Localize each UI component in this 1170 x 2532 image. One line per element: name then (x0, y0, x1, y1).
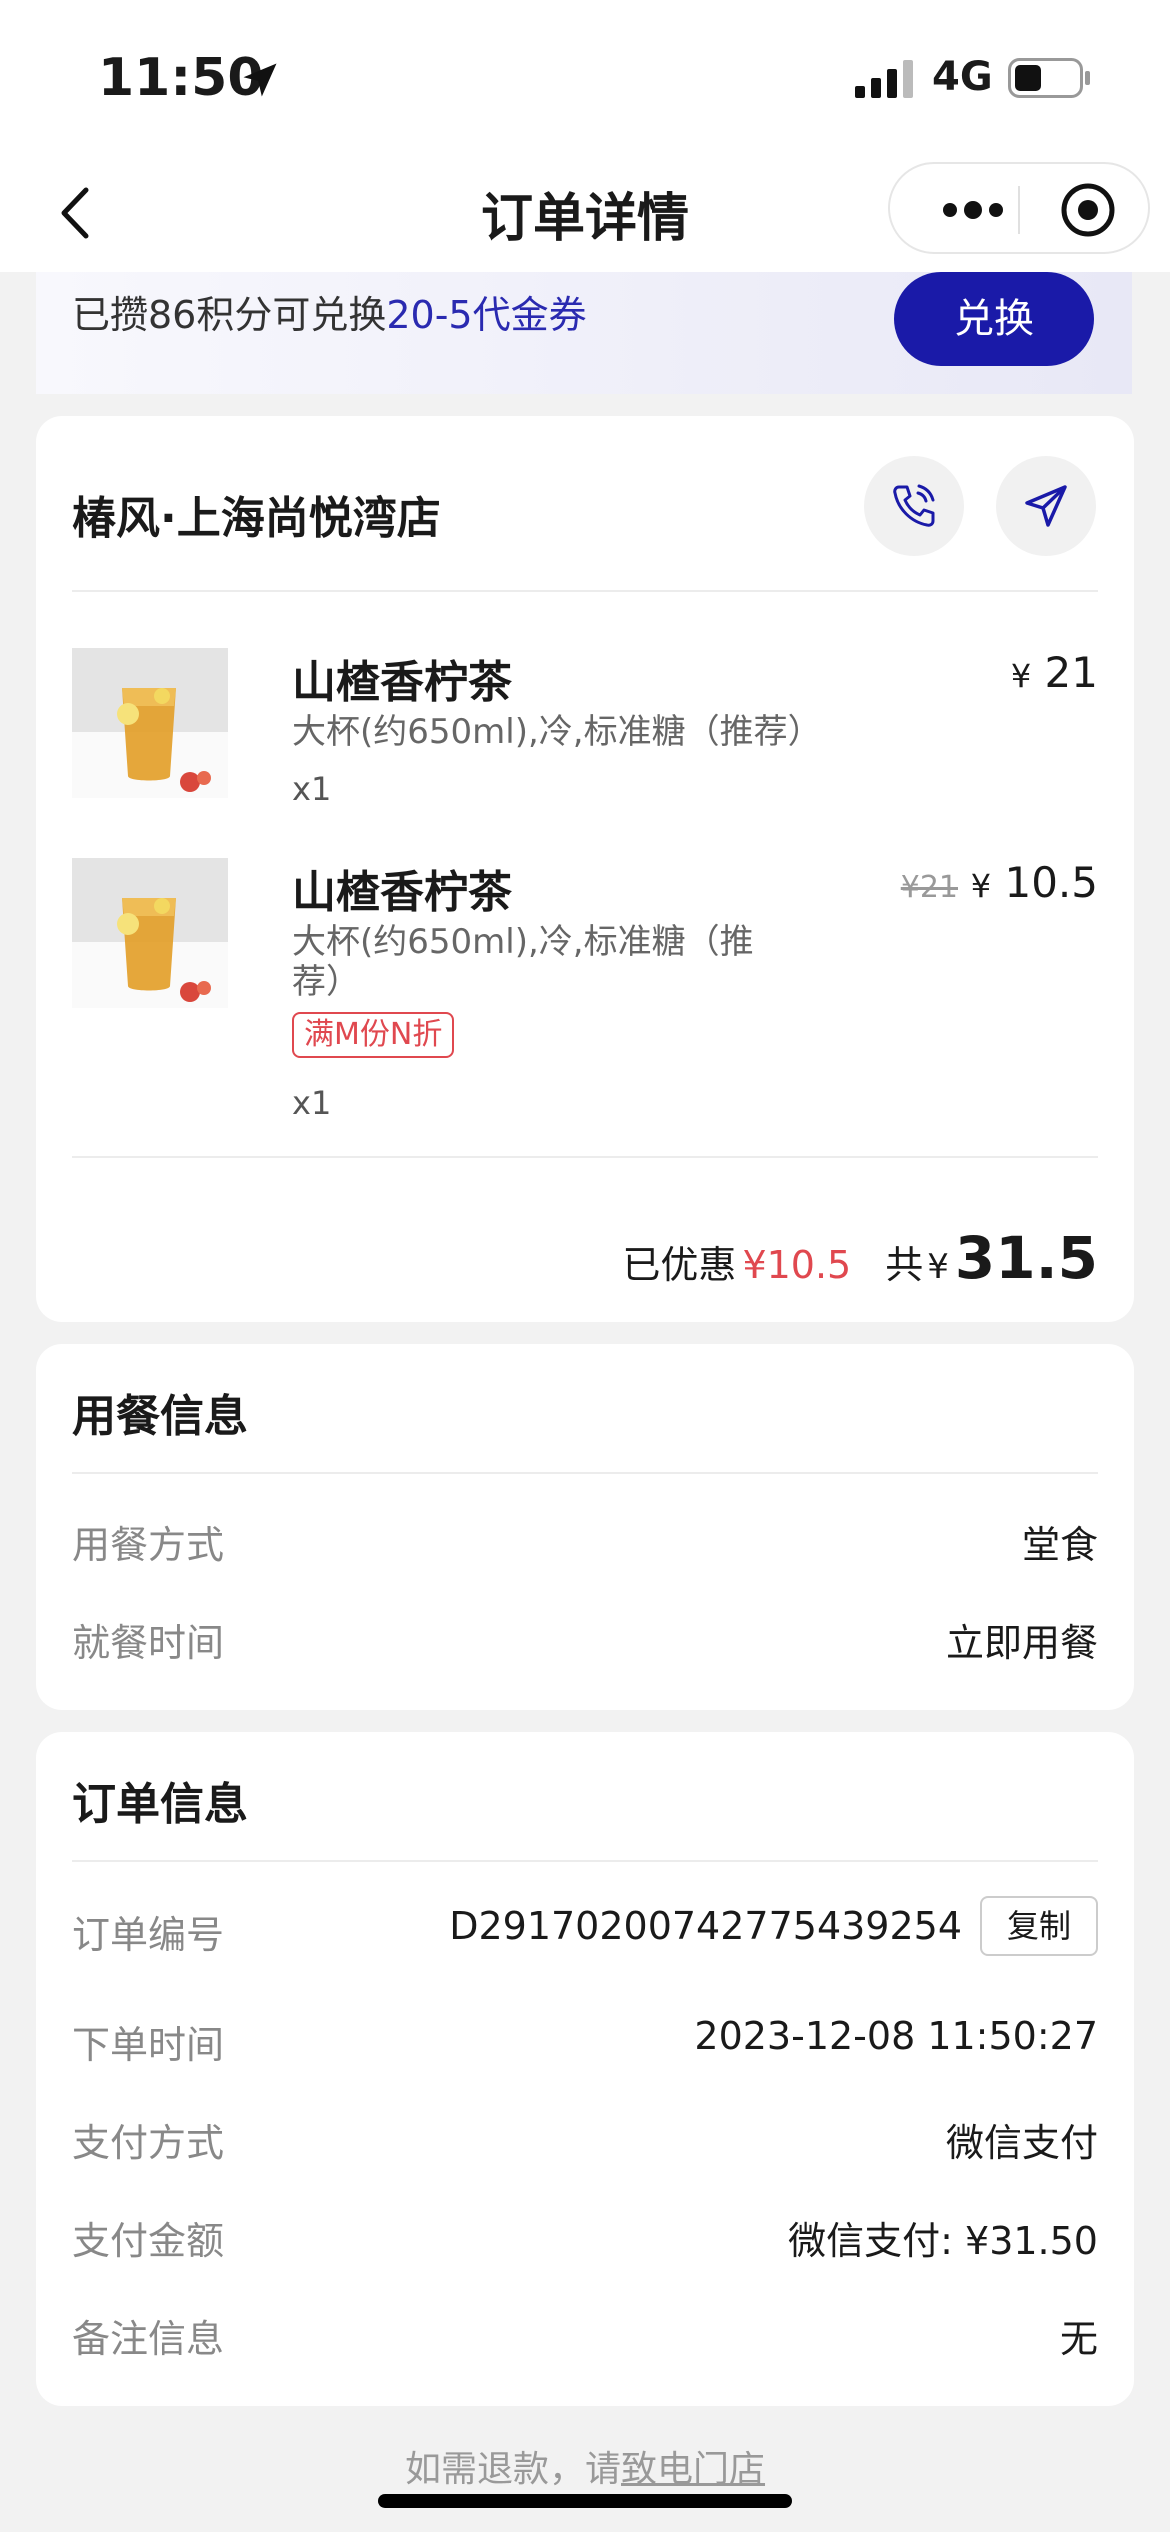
product-name: 山楂香柠茶 (292, 867, 512, 918)
points-text: 已攒86积分可兑换20-5代金券 (72, 284, 587, 339)
order-info-card: 订单信息 订单编号 D29170200742775439254 复制 下单时间 … (36, 1732, 1134, 2406)
phone-icon (893, 484, 935, 527)
exchange-button[interactable]: 兑换 (894, 272, 1094, 366)
target-circle-icon (1061, 183, 1115, 237)
more-dots-icon (943, 201, 1003, 219)
order-items-card: 椿风·上海尚悦湾店 山楂香柠茶 大杯(约650ml),冷,标准糖（推荐） x1 … (36, 416, 1134, 1322)
points-banner: 已攒86积分可兑换20-5代金券 兑换 (36, 272, 1132, 394)
product-item: 山楂香柠茶 大杯(约650ml),冷,标准糖（推荐） x1 ¥ 21 (72, 648, 1098, 818)
currency-symbol: ¥ (1010, 657, 1032, 695)
discount-label: 已优惠 (622, 1243, 737, 1287)
info-key: 支付方式 (72, 2121, 225, 2165)
more-button[interactable] (928, 192, 1018, 228)
info-value: 堂食 (1021, 1523, 1098, 1567)
signal-icon (855, 60, 913, 98)
total-currency: ¥ (927, 1247, 949, 1287)
order-summary: 已优惠 ¥10.5 共 ¥ 31.5 (622, 1224, 1098, 1292)
call-store-button[interactable] (864, 456, 964, 556)
call-store-link[interactable]: 致电门店 (621, 2449, 765, 2490)
product-spec: 大杯(约650ml),冷,标准糖（推荐） (292, 712, 822, 752)
info-value: 微信支付 (945, 2121, 1098, 2165)
original-price: ¥21 (900, 870, 958, 905)
info-value: 2023-12-08 11:50:27 (694, 2014, 1098, 2058)
info-row: 用餐方式 堂食 (72, 1514, 1098, 1567)
info-value: 立即用餐 (945, 1621, 1098, 1665)
info-row: 支付方式 微信支付 (72, 2112, 1098, 2165)
voucher-highlight: 20-5代金券 (386, 293, 587, 337)
info-value: 无 (1059, 2317, 1098, 2361)
product-qty: x1 (292, 770, 332, 808)
capsule-divider (1018, 186, 1020, 234)
price-value: 21 (1044, 648, 1098, 697)
info-row: 就餐时间 立即用餐 (72, 1612, 1098, 1665)
divider (72, 1156, 1098, 1158)
info-row: 下单时间 2023-12-08 11:50:27 (72, 2014, 1098, 2067)
product-price: ¥ 21 (1011, 648, 1098, 697)
info-value: 微信支付: ¥31.50 (788, 2219, 1098, 2263)
network-type: 4G (932, 54, 993, 100)
dining-info-card: 用餐信息 用餐方式 堂食 就餐时间 立即用餐 (36, 1344, 1134, 1710)
navigate-store-button[interactable] (996, 456, 1096, 556)
nav-bar: 订单详情 (0, 150, 1170, 272)
status-bar: 11:50 4G (0, 0, 1170, 150)
points-text-prefix: 已攒86积分可兑换 (72, 293, 387, 337)
info-row: 支付金额 微信支付: ¥31.50 (72, 2210, 1098, 2263)
store-name: 椿风·上海尚悦湾店 (72, 493, 441, 544)
divider (72, 590, 1098, 592)
product-item: 山楂香柠茶 大杯(约650ml),冷,标准糖（推 荐） 满M份N折 x1 ¥21 … (72, 858, 1098, 1148)
divider (72, 1860, 1098, 1862)
section-title: 用餐信息 (72, 1391, 248, 1442)
product-spec-line1: 大杯(约650ml),冷,标准糖（推 (292, 922, 754, 962)
info-key: 就餐时间 (72, 1621, 225, 1665)
refund-note-prefix: 如需退款，请 (404, 2449, 621, 2490)
info-key: 用餐方式 (72, 1523, 225, 1567)
product-image (72, 858, 228, 1008)
info-row-order-id: 订单编号 D29170200742775439254 复制 (72, 1896, 1098, 1957)
miniprogram-capsule (888, 162, 1150, 254)
info-row: 备注信息 无 (72, 2308, 1098, 2361)
order-id: D29170200742775439254 (449, 1904, 962, 1948)
product-spec-line2: 荐） (292, 962, 360, 1002)
location-arrow-icon (243, 63, 277, 97)
price-value: 10.5 (1004, 858, 1098, 907)
discount-value: ¥10.5 (742, 1243, 852, 1287)
info-key: 下单时间 (72, 2023, 225, 2067)
info-key: 备注信息 (72, 2317, 225, 2361)
total-value: 31.5 (954, 1224, 1098, 1292)
info-key: 订单编号 (72, 1913, 225, 1957)
close-miniprogram-button[interactable] (1058, 180, 1118, 240)
home-indicator (378, 2494, 792, 2508)
refund-note: 如需退款，请致电门店 (0, 2440, 1170, 2492)
battery-icon (1008, 58, 1090, 98)
product-image (72, 648, 228, 798)
copy-button[interactable]: 复制 (980, 1896, 1098, 1956)
currency-symbol: ¥ (970, 867, 992, 905)
section-title: 订单信息 (72, 1779, 248, 1830)
product-price: ¥ 10.5 (971, 858, 1098, 907)
navigation-arrow-icon (1025, 485, 1067, 527)
promo-tag: 满M份N折 (292, 1012, 455, 1058)
total-label: 共 (885, 1243, 924, 1287)
product-name: 山楂香柠茶 (292, 657, 512, 708)
product-qty: x1 (292, 1084, 332, 1122)
product-spec: 大杯(约650ml),冷,标准糖（推荐） (292, 922, 754, 1002)
info-key: 支付金额 (72, 2219, 225, 2263)
divider (72, 1472, 1098, 1474)
